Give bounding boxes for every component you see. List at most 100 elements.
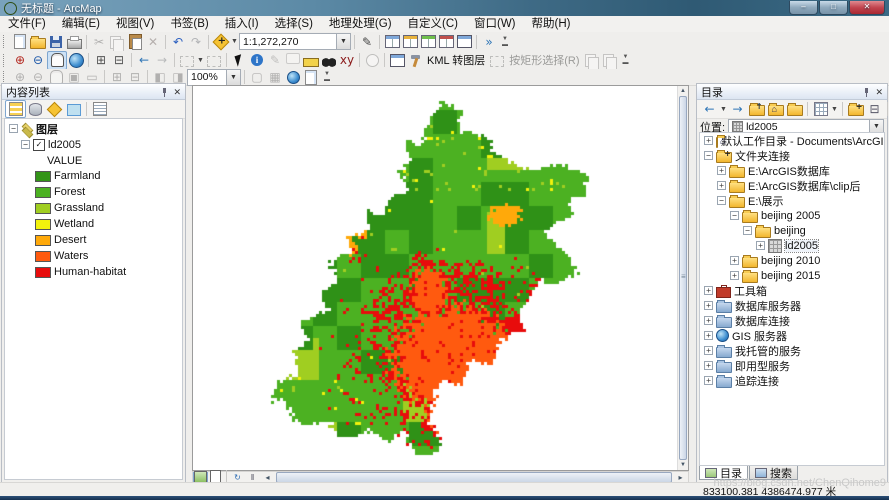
pan-icon[interactable] [47,51,67,70]
tab-catalog[interactable]: 目录 [699,466,748,480]
go-to-xy-icon[interactable]: xy [338,52,356,69]
catalog-tree-item[interactable]: +数据库连接 [700,313,884,328]
collapse-icon[interactable]: − [9,124,18,133]
legend-swatch[interactable] [35,251,51,262]
default-geodatabase-icon[interactable] [785,101,804,117]
open-icon[interactable] [29,33,47,50]
list-by-source-icon[interactable] [26,101,45,117]
toolbar-overflow-icon[interactable]: ▼▬ [500,33,510,50]
catalog-tree-item[interactable]: −beijing [700,223,884,238]
catalog-tree-item[interactable]: +追踪连接 [700,373,884,388]
legend-swatch[interactable] [35,171,51,182]
catalog-tree-item[interactable]: +默认工作目录 - Documents\ArcGIS [700,133,884,148]
scroll-down-icon[interactable]: ▼ [678,460,688,470]
save-icon[interactable] [47,33,65,50]
menu-item-4[interactable]: 插入(I) [217,16,267,32]
expand-icon[interactable]: + [704,286,713,295]
attribute-table-icon[interactable] [383,33,401,50]
menu-item-0[interactable]: 文件(F) [0,16,54,32]
menu-item-3[interactable]: 书签(B) [162,16,216,32]
viewer-window-icon[interactable] [455,33,473,50]
kml-to-layer-label[interactable]: KML 转图层 [424,52,488,68]
legend-item[interactable]: Desert [5,232,182,248]
tab-search[interactable]: 搜索 [749,466,798,480]
catalog-tree-item[interactable]: +E:\ArcGIS数据库 [700,163,884,178]
catalog-tree-item[interactable]: +GIS 服务器 [700,328,884,343]
collapse-icon[interactable]: − [704,151,713,160]
scroll-up-icon[interactable]: ▲ [678,86,688,96]
connect-folder-icon[interactable] [846,101,865,117]
toolbar-grip[interactable] [3,54,7,67]
back-extent-icon[interactable]: ← [135,52,153,69]
layer-visibility-checkbox[interactable]: ✓ [33,139,45,151]
toc-panel-header[interactable]: 内容列表 ✕ [2,84,185,100]
toolbar-grip[interactable] [3,35,7,48]
catalog-tree-item[interactable]: +beijing 2010 [700,253,884,268]
close-button[interactable]: ✕ [849,1,885,15]
catalog-forward-icon[interactable]: → [728,101,747,117]
list-by-selection-icon[interactable] [64,101,83,117]
expand-icon[interactable]: + [704,376,713,385]
menu-item-9[interactable]: 帮助(H) [524,16,579,32]
catalog-back-icon[interactable]: ← [700,101,719,117]
pause-drawing-button[interactable]: ‖ [245,472,260,483]
relate-table-icon[interactable] [419,33,437,50]
catalog-tree-item[interactable]: −文件夹连接 [700,148,884,163]
map-scale-combo[interactable]: 1:1,272,270▼ [239,33,351,50]
maximize-button[interactable]: □ [819,1,848,15]
join-table-icon[interactable] [401,33,419,50]
legend-item[interactable]: Farmland [5,168,182,184]
catalog-tree-item[interactable]: +E:\ArcGIS数据库\clip后 [700,178,884,193]
chevron-down-icon[interactable]: ▼ [336,34,350,49]
query-table-icon[interactable] [437,33,455,50]
change-layout-icon[interactable] [284,69,302,86]
refresh-view-button[interactable]: ↻ [230,472,245,483]
zoom-out-icon[interactable]: ⊖ [29,52,47,69]
legend-swatch[interactable] [35,219,51,230]
catalog-tree-item[interactable]: +我托管的服务 [700,343,884,358]
legend-item[interactable]: Wetland [5,216,182,232]
editor-icon[interactable]: ✎ [358,33,376,50]
up-one-level-icon[interactable] [747,101,766,117]
catalog-tree-item[interactable]: −E:\展示 [700,193,884,208]
contents-view-icon[interactable] [811,101,830,117]
kml-to-layer-icon[interactable] [406,52,424,69]
menu-item-8[interactable]: 窗口(W) [466,16,524,32]
expand-icon[interactable]: + [704,301,713,310]
map-view-canvas[interactable] [193,86,679,470]
expand-icon[interactable]: + [704,361,713,370]
select-elements-icon[interactable] [230,52,248,69]
expand-icon[interactable]: + [704,331,713,340]
close-icon[interactable]: ✕ [875,87,883,97]
expand-icon[interactable]: + [756,241,765,250]
list-by-drawing-order-icon[interactable] [5,100,26,118]
expand-icon[interactable]: + [730,256,739,265]
menu-item-6[interactable]: 地理处理(G) [321,16,400,32]
toc-options-icon[interactable] [90,101,109,117]
measure-icon[interactable] [302,52,320,69]
hscroll-left-button[interactable]: ◂ [260,472,275,483]
undo-icon[interactable]: ↶ [169,33,187,50]
add-data-icon[interactable] [212,33,230,50]
expand-icon[interactable]: + [717,181,726,190]
title-bar[interactable]: 无标题 - ArcMap – □ ✕ [0,0,889,16]
find-icon[interactable] [320,52,338,69]
horizontal-scroll-thumb[interactable] [276,472,672,483]
expand-icon[interactable]: + [717,166,726,175]
expand-icon[interactable]: + [730,271,739,280]
toolbar-overflow-icon[interactable]: ▼▬ [322,69,332,86]
vertical-scroll-thumb[interactable] [679,96,687,460]
collapse-icon[interactable]: − [730,211,739,220]
home-folder-icon[interactable] [766,101,785,117]
catalog-tree-item[interactable]: +beijing 2015 [700,268,884,283]
zoom-in-icon[interactable]: ⊕ [11,52,29,69]
fixed-zoom-in-icon[interactable]: ⊞ [92,52,110,69]
schematics-icon[interactable]: » [480,33,498,50]
catalog-tree-item[interactable]: −beijing 2005 [700,208,884,223]
pin-icon[interactable] [863,87,870,97]
chevron-down-icon[interactable]: ▼ [830,101,839,118]
full-extent-icon[interactable] [67,52,85,69]
fixed-zoom-out-icon[interactable]: ⊟ [110,52,128,69]
collapse-icon[interactable]: − [717,196,726,205]
legend-swatch[interactable] [35,235,51,246]
